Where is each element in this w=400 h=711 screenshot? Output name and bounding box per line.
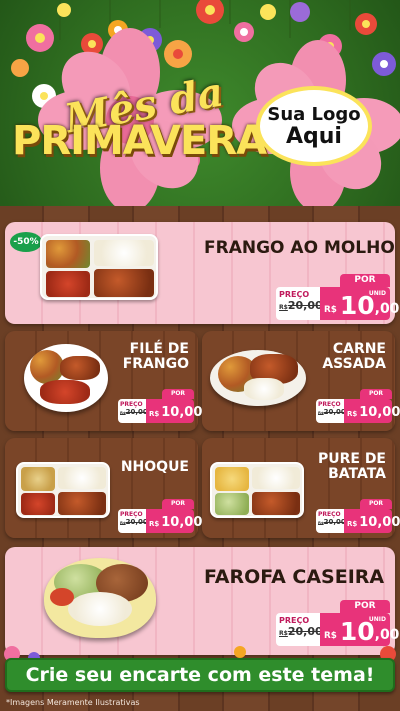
price-tag: POR PREÇO R$20,00 R$ 10,00 [316,389,400,423]
logo-placeholder[interactable]: Sua Logo Aqui [256,86,372,166]
old-price: 20,00 [287,625,323,638]
product-name: FAROFA CASEIRA [204,566,385,588]
price-preco-label: PREÇO [318,511,341,518]
new-price: 10,00 [359,405,400,420]
disclaimer-text: *Imagens Meramente Ilustrativas [6,698,140,707]
product-name-line2: ASSADA [322,355,386,372]
price-tag: POR PREÇO R$20,00 R$ 10,00 [316,499,400,533]
product-name-line1: CARNE [332,341,386,357]
price-por-label: POR [340,600,390,613]
price-unid-label: UNID [368,616,386,623]
logo-text-line2: Aqui [286,124,342,149]
food-tray-image [16,462,110,518]
product-name: FILÉ DE FRANGO [123,342,189,371]
food-bowl-image [44,558,156,638]
create-flyer-button[interactable]: Crie seu encarte com este tema! [5,658,395,692]
new-price-currency: R$ [347,520,358,528]
product-name: FRANGO AO MOLHO [204,238,395,258]
product-name-line2: FRANGO [122,355,189,372]
new-price: 10,00 [161,515,203,530]
product-name: NHOQUE [120,459,189,475]
old-price-currency: R$ [279,304,288,311]
old-price: 20,00 [125,408,148,416]
food-plate-image [24,344,108,412]
title-line-2: PRIMAVERA [12,118,267,164]
price-por-label: POR [360,499,392,509]
new-price-currency: R$ [149,520,160,528]
food-plate-image [210,350,306,406]
new-price-currency: R$ [324,305,337,316]
discount-badge: -50% [10,232,42,252]
price-tag: POR PREÇO R$20,00 R$ 10,00 [118,499,202,533]
header-banner: Mês da PRIMAVERA Sua Logo Aqui [0,0,400,206]
old-price-currency: R$ [279,630,288,637]
product-name-line2: BATATA [328,465,386,482]
old-price: 20,00 [287,299,323,312]
price-por-label: POR [162,389,194,399]
price-por-label: POR [360,389,392,399]
product-name-line1: PURE DE [317,451,386,467]
old-price: 20,00 [323,518,346,526]
price-preco-label: PREÇO [120,511,143,518]
price-unid-label: UNID [368,290,386,297]
new-price-currency: R$ [347,410,358,418]
old-price: 20,00 [125,518,148,526]
new-price-currency: R$ [149,410,160,418]
price-preco-label: PREÇO [279,290,310,299]
price-tag: POR PREÇO R$20,00 R$ 10,00 [118,389,202,423]
new-price: 10,00 [359,515,400,530]
food-tray-image [210,462,304,518]
product-name-line1: FILÉ DE [129,341,189,357]
new-price-dec: ,00 [374,301,400,317]
product-name: PURE DE BATATA [318,452,386,481]
price-por-label: POR [340,274,390,287]
price-tag: POR PREÇO R$20,00 R$ 10,00 UNID [276,274,399,320]
logo-text-line1: Sua Logo [267,104,361,125]
price-preco-label: PREÇO [120,401,143,408]
old-price: 20,00 [323,408,346,416]
price-preco-label: PREÇO [279,616,310,625]
price-por-label: POR [162,499,194,509]
food-tray-image [40,234,158,300]
product-name: CARNE ASSADA [322,342,386,371]
new-price: 10,00 [161,405,203,420]
price-preco-label: PREÇO [318,401,341,408]
